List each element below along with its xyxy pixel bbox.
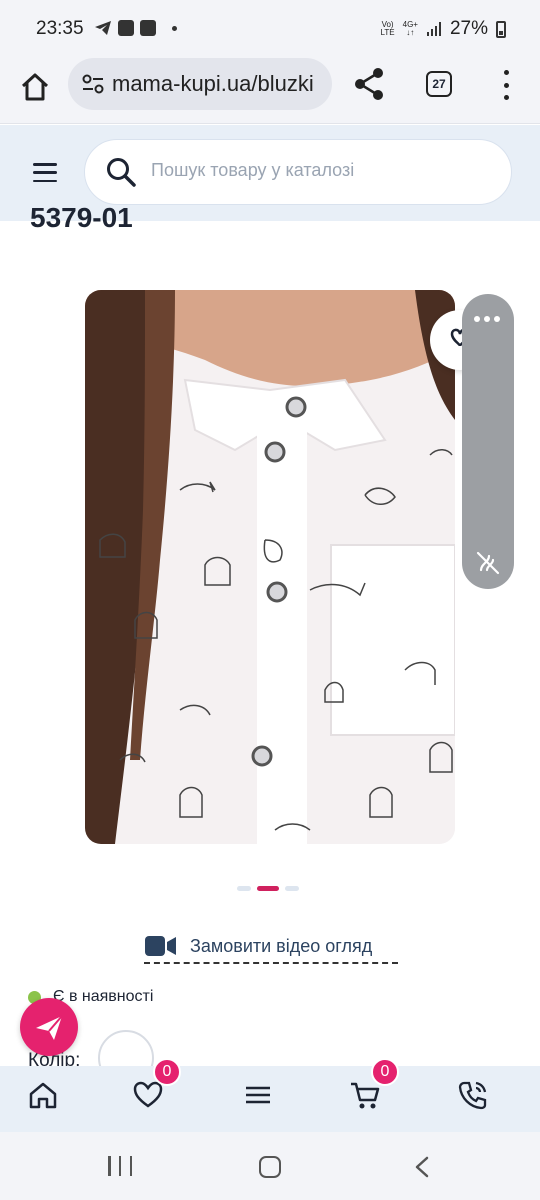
status-right: Vo) LTE 4G+ ↓↑ 27% <box>381 18 506 40</box>
network-indicator: 4G+ ↓↑ <box>402 20 418 37</box>
share-icon[interactable] <box>352 66 386 102</box>
more-notifications-icon <box>172 25 177 31</box>
home-icon[interactable] <box>18 70 52 104</box>
nav-phone-icon[interactable] <box>458 1080 488 1110</box>
status-time: 23:35 <box>36 18 84 39</box>
carousel-dot-active[interactable] <box>257 886 279 891</box>
battery-icon <box>496 20 506 38</box>
carousel-indicators[interactable] <box>237 886 299 891</box>
app-notification-icon <box>118 20 134 36</box>
search-box[interactable] <box>84 139 512 205</box>
nav-menu-icon[interactable] <box>243 1080 273 1110</box>
mute-icon[interactable] <box>475 550 501 576</box>
bottom-navigation: 0 0 <box>0 1058 540 1132</box>
url-bar[interactable]: mama-kupi.ua/bluzki <box>68 58 332 110</box>
search-icon[interactable] <box>105 156 137 188</box>
product-image[interactable] <box>85 290 455 844</box>
browser-toolbar: mama-kupi.ua/bluzki 27 <box>0 58 540 124</box>
menu-icon[interactable] <box>33 163 57 182</box>
carousel-dot[interactable] <box>285 886 299 891</box>
url-text: mama-kupi.ua/bluzki <box>112 71 314 96</box>
search-input[interactable] <box>151 160 491 181</box>
volte-indicator: Vo) LTE <box>380 20 395 37</box>
carousel-dot[interactable] <box>237 886 251 891</box>
product-photo <box>85 290 455 844</box>
cart-badge: 0 <box>371 1058 399 1086</box>
signal-icon <box>426 22 441 36</box>
video-review-label: Замовити відео огляд <box>190 935 373 956</box>
nav-favorites-icon[interactable] <box>133 1080 163 1110</box>
site-settings-icon[interactable] <box>82 74 104 94</box>
nav-cart-icon[interactable] <box>350 1080 380 1110</box>
floating-side-panel[interactable] <box>462 294 514 589</box>
nav-home-icon[interactable] <box>28 1080 58 1110</box>
check-notification-icon <box>140 20 156 36</box>
system-navigation <box>0 1132 540 1200</box>
battery-percent: 27% <box>449 18 488 39</box>
tabs-icon[interactable]: 27 <box>426 71 452 97</box>
back-icon[interactable] <box>414 1156 430 1178</box>
status-bar: 23:35 Vo) LTE 4G+ ↓↑ 27% <box>0 0 540 58</box>
send-icon <box>36 1015 63 1040</box>
order-video-review-link[interactable]: Замовити відео огляд <box>144 930 398 964</box>
panel-more-icon[interactable] <box>474 316 500 322</box>
product-sku: 5379-01 <box>30 202 133 233</box>
telegram-icon <box>95 21 111 35</box>
chat-button[interactable] <box>20 998 78 1056</box>
favorites-badge: 0 <box>153 1058 181 1086</box>
video-camera-icon <box>145 936 176 956</box>
browser-menu-icon[interactable] <box>498 70 514 100</box>
recent-apps-icon[interactable] <box>108 1156 132 1176</box>
notification-icons <box>94 20 177 36</box>
system-home-icon[interactable] <box>259 1156 281 1178</box>
